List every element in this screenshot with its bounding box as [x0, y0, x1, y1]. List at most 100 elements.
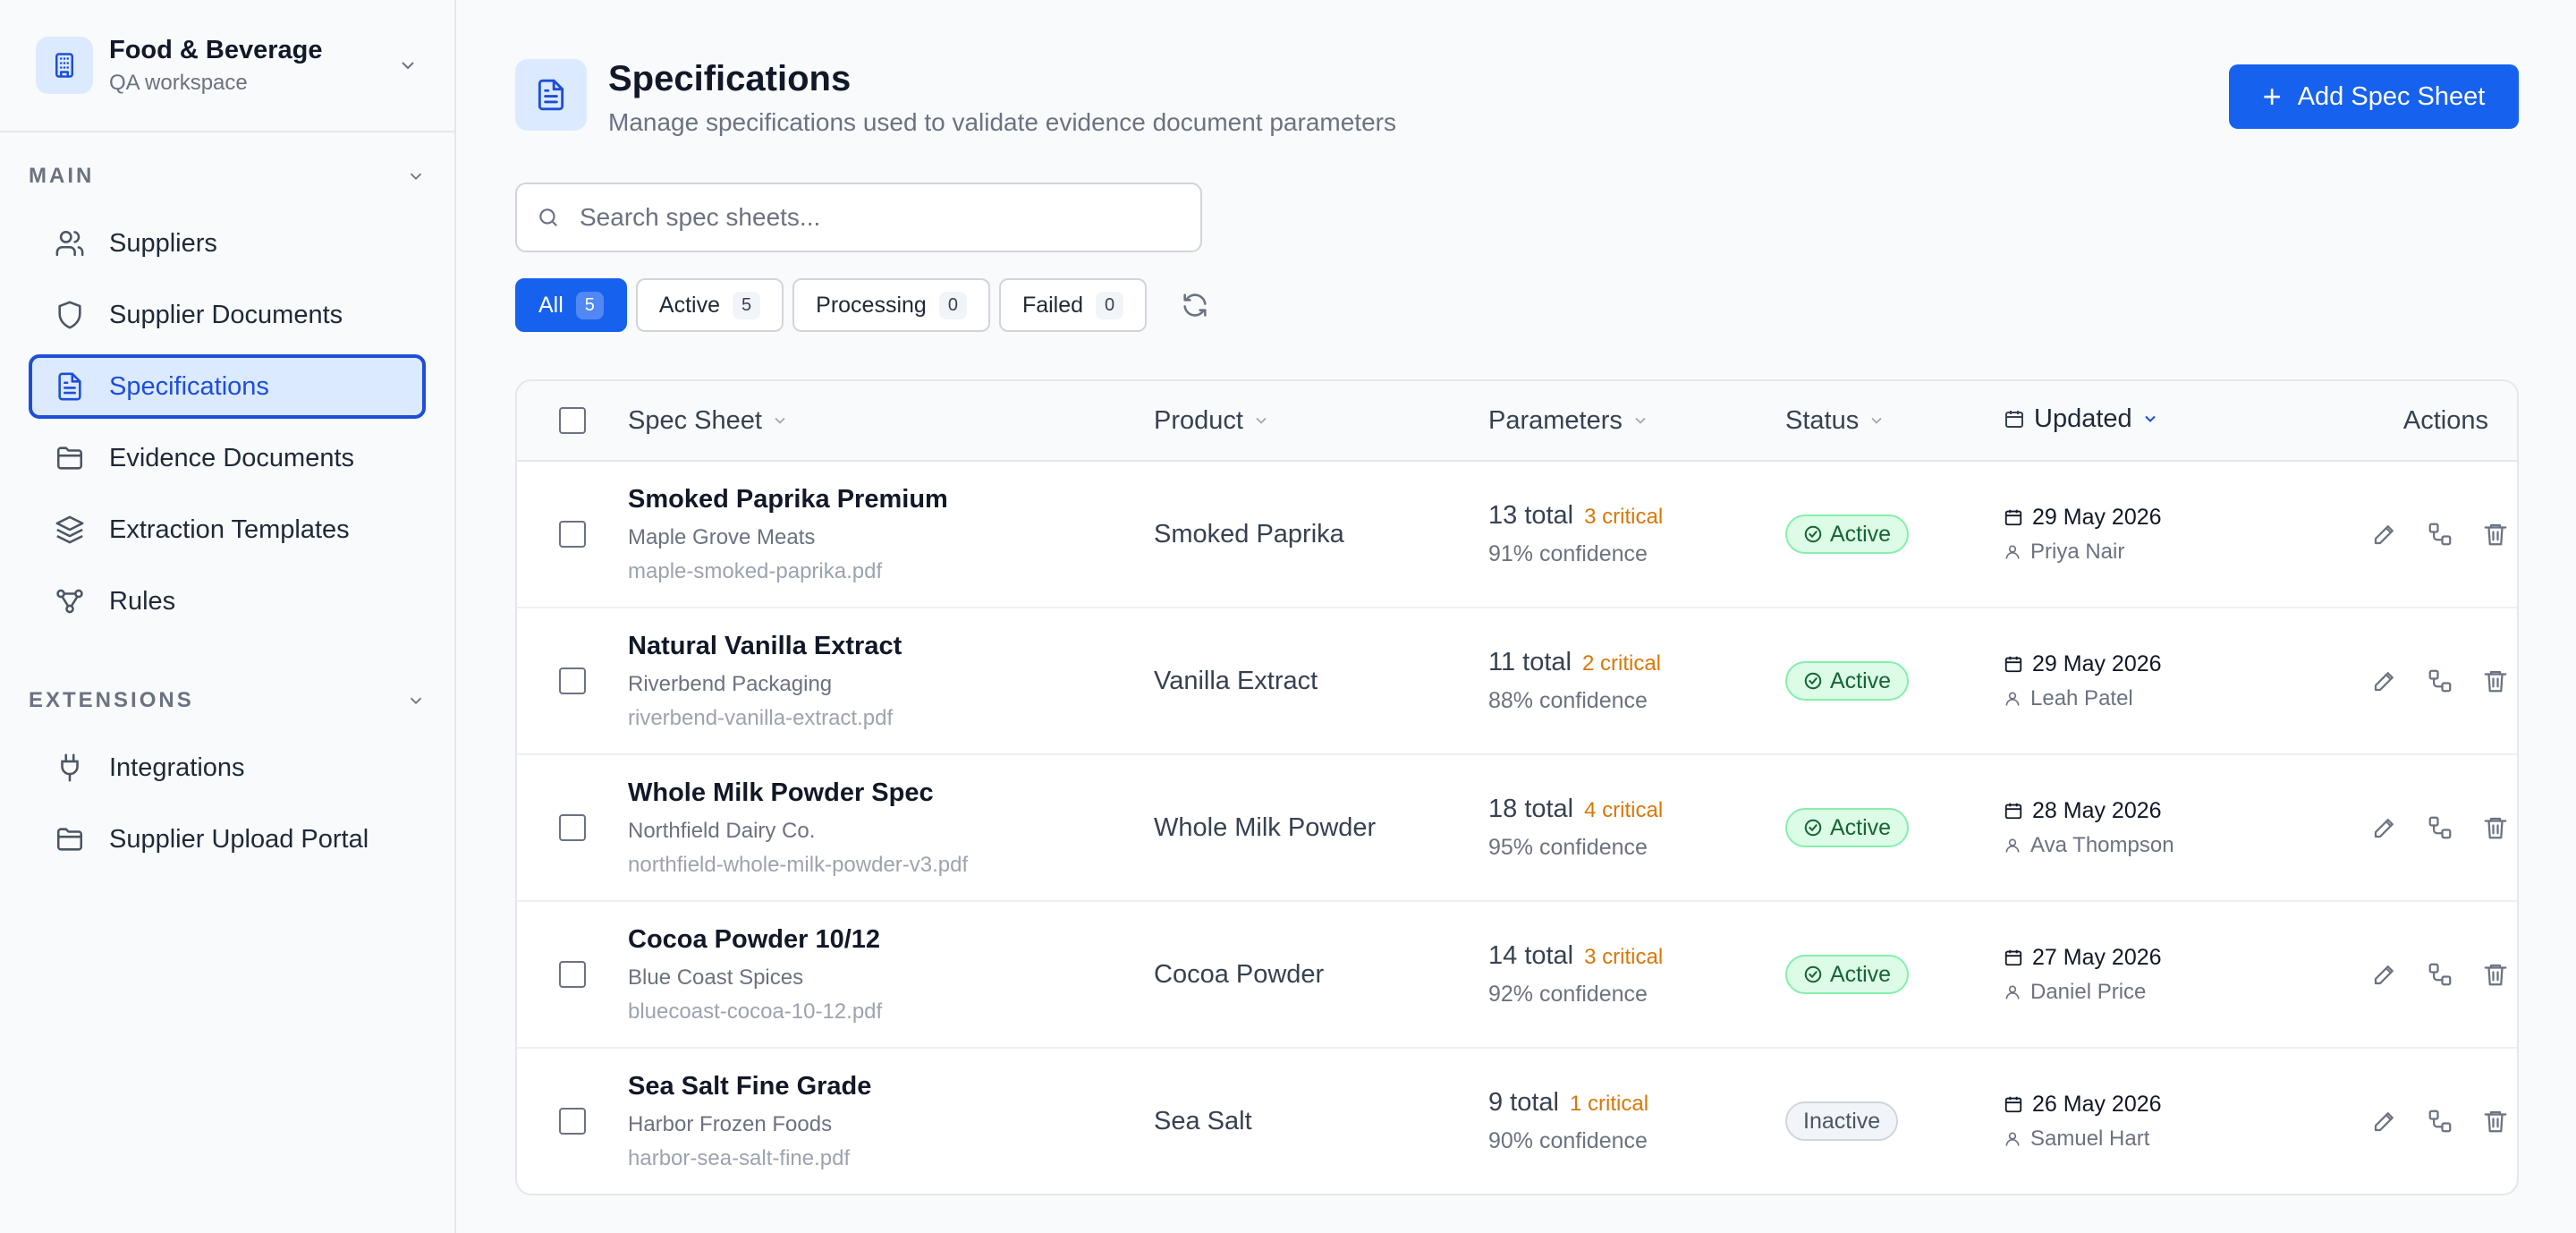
search-icon — [539, 208, 557, 226]
add-spec-sheet-label: Add Spec Sheet — [2297, 81, 2486, 111]
spec-sheet-supplier: Northfield Dairy Co. — [628, 818, 816, 843]
updated-date: 29 May 2026 — [2032, 504, 2162, 530]
trash-icon[interactable] — [2478, 663, 2513, 699]
edit-icon[interactable] — [2367, 957, 2402, 992]
product-name: Sea Salt — [1154, 1106, 1252, 1135]
updated-date: 29 May 2026 — [2032, 651, 2162, 676]
select-all-checkbox[interactable] — [559, 407, 586, 434]
column-label: Status — [1785, 405, 1860, 435]
spec-sheet-name[interactable]: Whole Milk Powder Spec — [628, 778, 1154, 808]
column-updated[interactable]: Updated — [2004, 404, 2159, 434]
filter-count: 0 — [938, 291, 967, 319]
parameters-total: 11 total — [1488, 648, 1572, 676]
filter-active[interactable]: Active 5 — [635, 278, 784, 332]
section-main[interactable]: MAIN — [29, 154, 426, 199]
edit-icon[interactable] — [2367, 1103, 2402, 1139]
sidebar-item-label: Integrations — [109, 753, 245, 782]
row-checkbox[interactable] — [559, 1108, 586, 1135]
column-status[interactable]: Status — [1785, 406, 1885, 436]
filter-all[interactable]: All 5 — [515, 278, 627, 332]
parameters-total: 18 total — [1488, 795, 1574, 823]
user-icon — [2004, 543, 2021, 561]
section-extensions[interactable]: EXTENSIONS — [29, 678, 426, 723]
trash-icon[interactable] — [2478, 516, 2513, 552]
edit-icon[interactable] — [2367, 663, 2402, 699]
spec-sheet-supplier: Blue Coast Spices — [628, 965, 804, 990]
status-label: Active — [1830, 961, 1892, 987]
sidebar-item-supplier-documents[interactable]: Supplier Documents — [29, 283, 426, 347]
search-box[interactable] — [515, 183, 1202, 252]
spec-sheet-supplier: Harbor Frozen Foods — [628, 1111, 833, 1136]
column-actions: Actions — [2402, 405, 2488, 435]
row-checkbox[interactable] — [559, 521, 586, 548]
plus-icon: + — [2262, 78, 2282, 115]
sidebar-item-label: Supplier Upload Portal — [109, 824, 369, 854]
workspace-switcher[interactable]: Food & Beverage QA workspace — [0, 0, 454, 132]
add-spec-sheet-button[interactable]: + Add Spec Sheet — [2229, 64, 2519, 129]
search-input[interactable] — [578, 202, 1181, 233]
sidebar-item-supplier-upload-portal[interactable]: Supplier Upload Portal — [29, 807, 426, 872]
calendar-icon — [2004, 801, 2023, 821]
trash-icon[interactable] — [2478, 1103, 2513, 1139]
column-parameters[interactable]: Parameters — [1488, 406, 1649, 436]
table-row[interactable]: Smoked Paprika Premium Maple Grove Meats… — [517, 462, 2517, 608]
parameters-critical: 3 critical — [1584, 945, 1664, 969]
row-checkbox[interactable] — [559, 668, 586, 694]
shield-icon — [54, 299, 86, 331]
row-checkbox[interactable] — [559, 814, 586, 841]
filter-failed[interactable]: Failed 0 — [998, 278, 1148, 332]
table-row[interactable]: Whole Milk Powder Spec Northfield Dairy … — [517, 755, 2517, 902]
updated-user: Leah Patel — [2030, 685, 2133, 710]
spec-sheet-file: bluecoast-cocoa-10-12.pdf — [628, 999, 883, 1024]
building-icon — [36, 37, 93, 94]
table-row[interactable]: Sea Salt Fine Grade Harbor Frozen Foods … — [517, 1049, 2517, 1194]
status-badge: Active — [1785, 514, 1910, 554]
refresh-icon[interactable] — [1174, 284, 1216, 327]
user-icon — [2004, 1130, 2021, 1148]
column-product[interactable]: Product — [1154, 406, 1270, 436]
chevron-down-icon — [1631, 412, 1649, 429]
edit-icon[interactable] — [2367, 810, 2402, 846]
filter-label: Failed — [1021, 292, 1084, 318]
filter-count: 0 — [1096, 291, 1124, 319]
spec-sheet-name[interactable]: Sea Salt Fine Grade — [628, 1072, 1154, 1101]
filter-processing[interactable]: Processing 0 — [792, 278, 990, 332]
page-header: Specifications Manage specifications use… — [515, 59, 2519, 138]
link-rules-icon[interactable] — [2422, 810, 2458, 846]
trash-icon[interactable] — [2478, 810, 2513, 846]
trash-icon[interactable] — [2478, 957, 2513, 992]
column-spec-sheet[interactable]: Spec Sheet — [628, 406, 789, 436]
table-row[interactable]: Natural Vanilla Extract Riverbend Packag… — [517, 608, 2517, 755]
table-header: Spec Sheet Product Parameters Status Upd… — [517, 381, 2517, 462]
check-circle-icon — [1803, 965, 1823, 984]
sidebar-item-extraction-templates[interactable]: Extraction Templates — [29, 497, 426, 562]
table-row[interactable]: Cocoa Powder 10/12 Blue Coast Spices blu… — [517, 902, 2517, 1049]
status-label: Active — [1830, 668, 1892, 693]
section-main-label: MAIN — [29, 164, 95, 188]
status-badge: Active — [1785, 955, 1910, 994]
updated-user: Samuel Hart — [2030, 1126, 2150, 1151]
sidebar-item-evidence-documents[interactable]: Evidence Documents — [29, 426, 426, 490]
sidebar-item-specifications[interactable]: Specifications — [29, 354, 426, 419]
edit-icon[interactable] — [2367, 516, 2402, 552]
workflow-icon — [54, 585, 86, 617]
link-rules-icon[interactable] — [2422, 957, 2458, 992]
sidebar-item-integrations[interactable]: Integrations — [29, 736, 426, 800]
parameters-confidence: 88% confidence — [1488, 688, 1648, 713]
filter-count: 5 — [575, 291, 604, 319]
product-name: Whole Milk Powder — [1154, 812, 1377, 842]
row-checkbox[interactable] — [559, 961, 586, 988]
link-rules-icon[interactable] — [2422, 516, 2458, 552]
sidebar-item-rules[interactable]: Rules — [29, 569, 426, 634]
spec-sheet-name[interactable]: Cocoa Powder 10/12 — [628, 925, 1154, 955]
link-rules-icon[interactable] — [2422, 1103, 2458, 1139]
plug-icon — [54, 752, 86, 784]
product-name: Smoked Paprika — [1154, 519, 1344, 548]
sidebar-item-suppliers[interactable]: Suppliers — [29, 211, 426, 276]
updated-date: 26 May 2026 — [2032, 1091, 2162, 1117]
chevron-down-icon[interactable] — [394, 51, 422, 80]
link-rules-icon[interactable] — [2422, 663, 2458, 699]
parameters-confidence: 91% confidence — [1488, 541, 1648, 566]
spec-sheet-name[interactable]: Smoked Paprika Premium — [628, 485, 1154, 514]
spec-sheet-name[interactable]: Natural Vanilla Extract — [628, 632, 1154, 661]
